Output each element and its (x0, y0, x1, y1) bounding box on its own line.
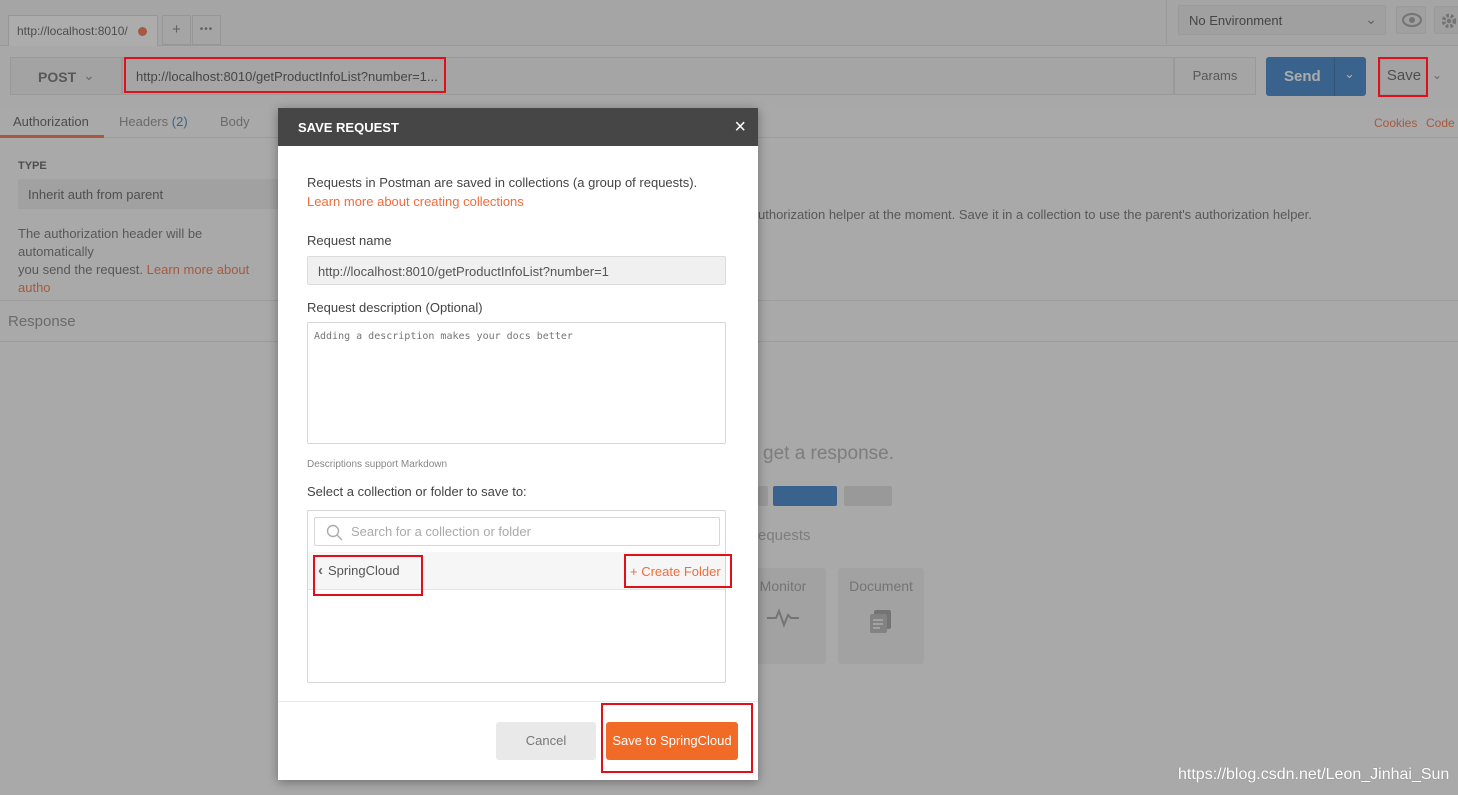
request-name-input[interactable]: http://localhost:8010/getProductInfoList… (307, 256, 726, 285)
cancel-button[interactable]: Cancel (496, 722, 596, 760)
collection-search-input[interactable]: Search for a collection or folder (314, 517, 720, 546)
collection-search-placeholder: Search for a collection or folder (351, 524, 531, 539)
dialog-intro-text: Requests in Postman are saved in collect… (307, 175, 698, 190)
request-name-label: Request name (307, 233, 392, 248)
search-icon (326, 524, 343, 541)
annotation-box (1378, 57, 1428, 97)
learn-collections-link[interactable]: Learn more about creating collections (307, 194, 524, 209)
dialog-title: SAVE REQUEST (298, 120, 399, 135)
request-description-label: Request description (Optional) (307, 300, 483, 315)
collection-browser: Search for a collection or folder ‹ Sprin… (307, 510, 726, 683)
annotation-box (124, 57, 446, 93)
close-icon[interactable]: × (734, 117, 746, 137)
dialog-footer-divider (278, 701, 758, 702)
collection-select-label: Select a collection or folder to save to… (307, 484, 527, 499)
save-request-dialog: SAVE REQUEST × Requests in Postman are s… (278, 108, 758, 780)
annotation-box (313, 555, 423, 596)
request-description-input[interactable] (307, 322, 726, 444)
annotation-box (601, 703, 753, 773)
watermark: https://blog.csdn.net/Leon_Jinhai_Sun (1178, 766, 1450, 783)
annotation-box (624, 554, 732, 588)
dialog-header: SAVE REQUEST × (278, 108, 758, 146)
markdown-note: Descriptions support Markdown (307, 459, 448, 470)
